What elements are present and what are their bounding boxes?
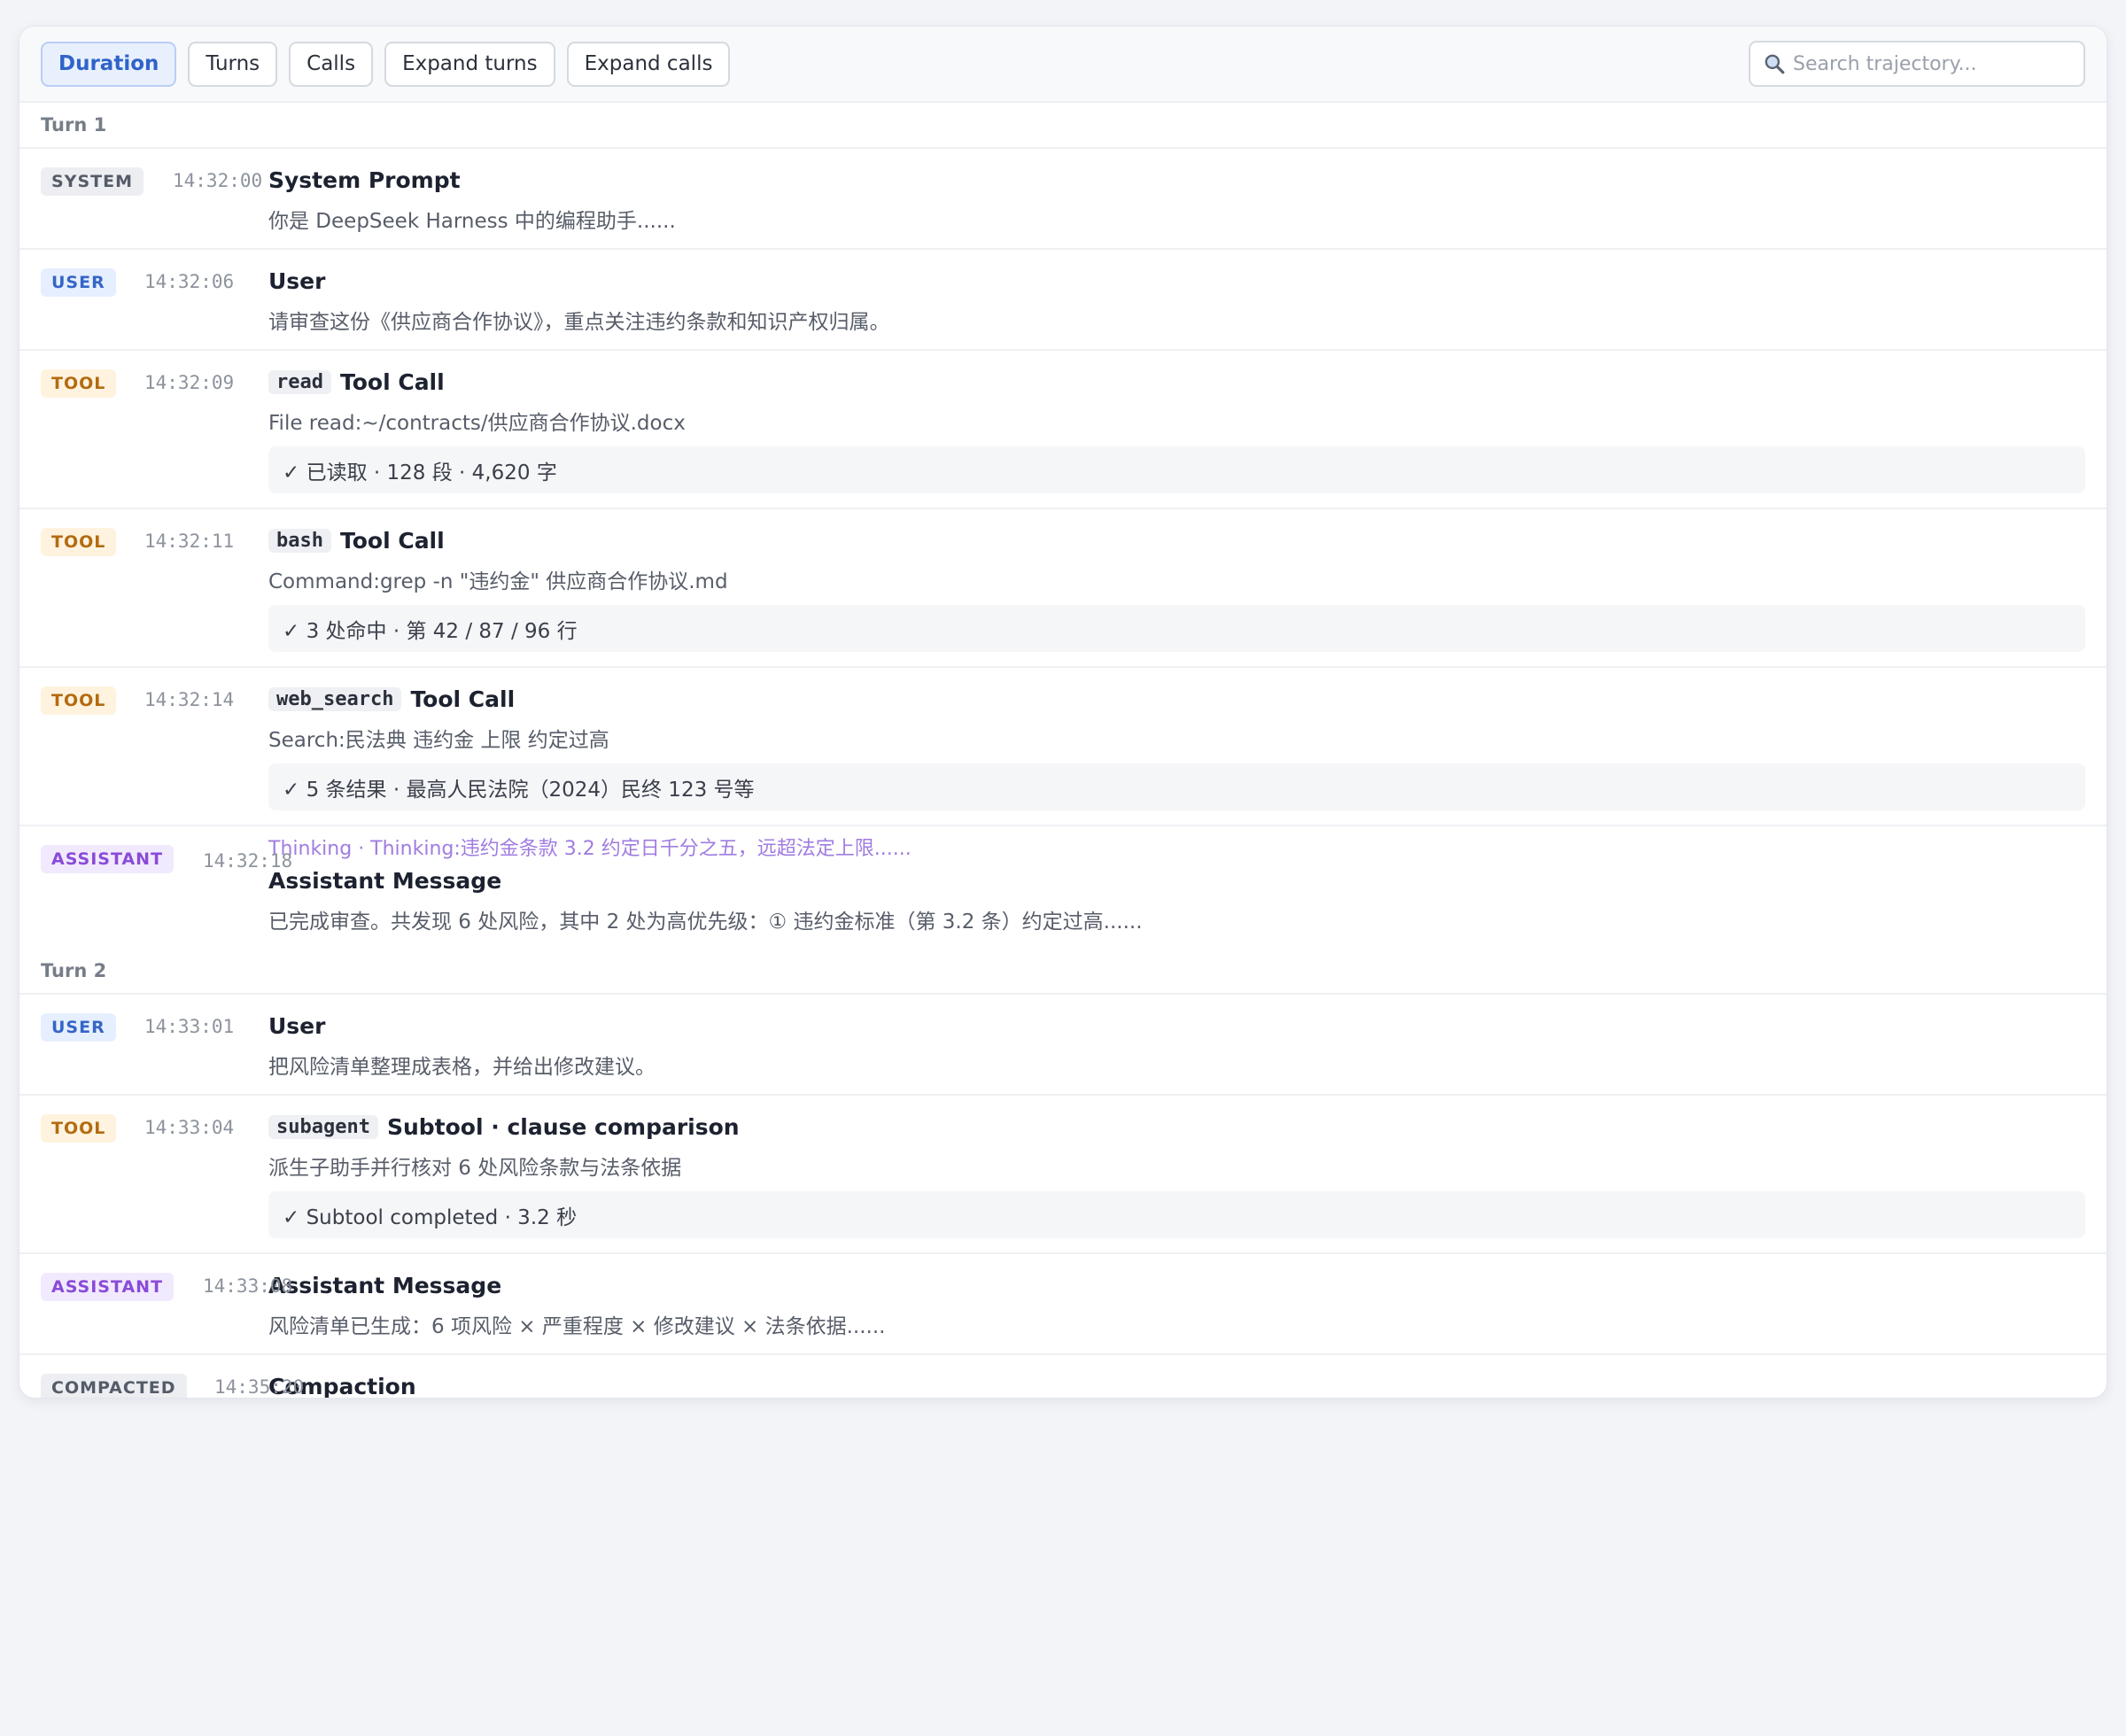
tool-name: read	[268, 369, 331, 394]
tool-result[interactable]: ✓ Subtool completed · 3.2 秒	[268, 1191, 2085, 1238]
turn-header[interactable]: Turn 1	[19, 103, 2107, 149]
thinking-preview[interactable]: Thinking · Thinking:违约金条款 3.2 约定日千分之五，远超…	[268, 833, 2085, 860]
event-timestamp: 14:33:08	[203, 1275, 293, 1297]
event-type-badge: COMPACTED	[41, 1374, 187, 1398]
event-type-badge: TOOL	[41, 528, 117, 556]
event-title: User	[268, 1011, 2085, 1041]
event-title-text: Assistant Message	[268, 1272, 502, 1298]
event-title: subagent Subtool · clause comparison	[268, 1112, 2085, 1142]
event-title: web_search Tool Call	[268, 684, 2085, 714]
event-description: 已完成审查。共发现 6 处风险，其中 2 处为高优先级：① 违约金标准（第 3.…	[268, 911, 1143, 934]
event-row[interactable]: SYSTEM 14:32:00 System Prompt 你是 DeepSeek H…	[19, 149, 2107, 250]
event-title-text: System Prompt	[268, 167, 461, 193]
event-timestamp: 14:33:01	[144, 1016, 235, 1037]
event-title-text: User	[268, 1012, 326, 1039]
event-timestamp: 14:33:04	[144, 1117, 235, 1138]
timeline: Turn 1 SYSTEM 14:32:00 System Prompt 你是 Deep…	[19, 103, 2107, 1399]
event-row[interactable]: TOOL 14:33:04 subagent Subtool · clause com…	[19, 1096, 2107, 1254]
event-type-badge: SYSTEM	[41, 167, 144, 196]
event-title: System Prompt	[268, 165, 2085, 195]
event-row[interactable]: TOOL 14:32:14 web_search Tool Call Search:民法…	[19, 668, 2107, 826]
event-row[interactable]: ASSISTANT 14:32:18 Thinking · Thinking:违约金…	[19, 826, 2107, 949]
event-row[interactable]: TOOL 14:32:11 bash Tool Call Command:grep -n…	[19, 509, 2107, 668]
event-title: read Tool Call	[268, 367, 2085, 397]
tool-result[interactable]: ✓ 3 处命中 · 第 42 / 87 / 96 行	[268, 605, 2085, 652]
event-type-badge: TOOL	[41, 686, 117, 715]
event-timestamp: 14:32:00	[173, 170, 263, 191]
event-description: 请审查这份《供应商合作协议》，重点关注违约条款和知识产权归属。	[268, 311, 890, 334]
event-row[interactable]: USER 14:33:01 User 把风险清单整理成表格，并给出修改建议。	[19, 995, 2107, 1096]
event-timestamp: 14:32:18	[203, 850, 293, 872]
expand-calls-button[interactable]: Expand calls	[566, 41, 731, 87]
event-type-badge: TOOL	[41, 1114, 117, 1143]
event-title-text: Assistant Message	[268, 867, 502, 894]
calls-button[interactable]: Calls	[289, 41, 374, 87]
search-icon	[1765, 54, 1785, 74]
tool-result[interactable]: ✓ 已读取 · 128 段 · 4,620 字	[268, 446, 2085, 493]
tool-name: subagent	[268, 1114, 378, 1139]
event-type-badge: ASSISTANT	[41, 845, 175, 873]
event-description: 你是 DeepSeek Harness 中的编程助手......	[268, 210, 676, 233]
tool-result[interactable]: ✓ 5 条结果 · 最高人民法院（2024）民终 123 号等	[268, 763, 2085, 810]
event-title: Assistant Message	[268, 865, 2085, 895]
event-title: Assistant Message	[268, 1270, 2085, 1300]
event-title-text: Tool Call	[339, 527, 445, 554]
event-row[interactable]: ASSISTANT 14:33:08 Assistant Message 风险清单已生…	[19, 1254, 2107, 1355]
event-description: File read:~/contracts/供应商合作协议.docx	[268, 412, 686, 435]
event-timestamp: 14:32:06	[144, 271, 235, 292]
event-row[interactable]: TOOL 14:32:09 read Tool Call File read:~/con…	[19, 351, 2107, 509]
event-type-badge: USER	[41, 1013, 116, 1042]
turns-button[interactable]: Turns	[188, 41, 278, 87]
event-timestamp: 14:32:14	[144, 689, 235, 710]
event-title: Compaction	[268, 1371, 2085, 1399]
event-row[interactable]: COMPACTED14:35:20Compaction对话已超过上下文上限，前文…	[19, 1355, 2107, 1399]
event-description: 派生子助手并行核对 6 处风险条款与法条依据	[268, 1157, 682, 1180]
event-type-badge: ASSISTANT	[41, 1273, 175, 1301]
event-title: User	[268, 266, 2085, 296]
event-description: 风险清单已生成：6 项风险 × 严重程度 × 修改建议 × 法条依据......	[268, 1315, 886, 1338]
event-type-badge: TOOL	[41, 369, 117, 398]
event-description: Command:grep -n "违约金" 供应商合作协议.md	[268, 570, 728, 593]
trajectory-panel: Duration Turns Calls Expand turns Expand…	[19, 26, 2107, 1399]
event-row[interactable]: USER 14:32:06 User 请审查这份《供应商合作协议》，重点关注违约条款和…	[19, 250, 2107, 351]
tool-name: bash	[268, 528, 331, 553]
event-description: Search:民法典 违约金 上限 约定过高	[268, 729, 609, 752]
search-input[interactable]: Search trajectory...	[1749, 41, 2085, 87]
duration-button[interactable]: Duration	[41, 41, 177, 87]
tool-name: web_search	[268, 686, 402, 711]
event-title: bash Tool Call	[268, 525, 2085, 555]
event-type-badge: USER	[41, 268, 116, 297]
event-description: 把风险清单整理成表格，并给出修改建议。	[268, 1056, 656, 1079]
expand-turns-button[interactable]: Expand turns	[384, 41, 555, 87]
event-title-text: Subtool · clause comparison	[386, 1113, 740, 1140]
toolbar: Duration Turns Calls Expand turns Expand…	[19, 27, 2107, 103]
turn-header[interactable]: Turn 2	[19, 949, 2107, 995]
event-title-text: User	[268, 267, 326, 294]
event-timestamp: 14:32:11	[144, 531, 235, 552]
search-placeholder: Search trajectory...	[1793, 52, 1977, 75]
event-title-text: Tool Call	[339, 368, 445, 395]
event-timestamp: 14:35:20	[214, 1376, 305, 1398]
event-timestamp: 14:32:09	[144, 372, 235, 393]
event-title-text: Tool Call	[410, 686, 516, 712]
